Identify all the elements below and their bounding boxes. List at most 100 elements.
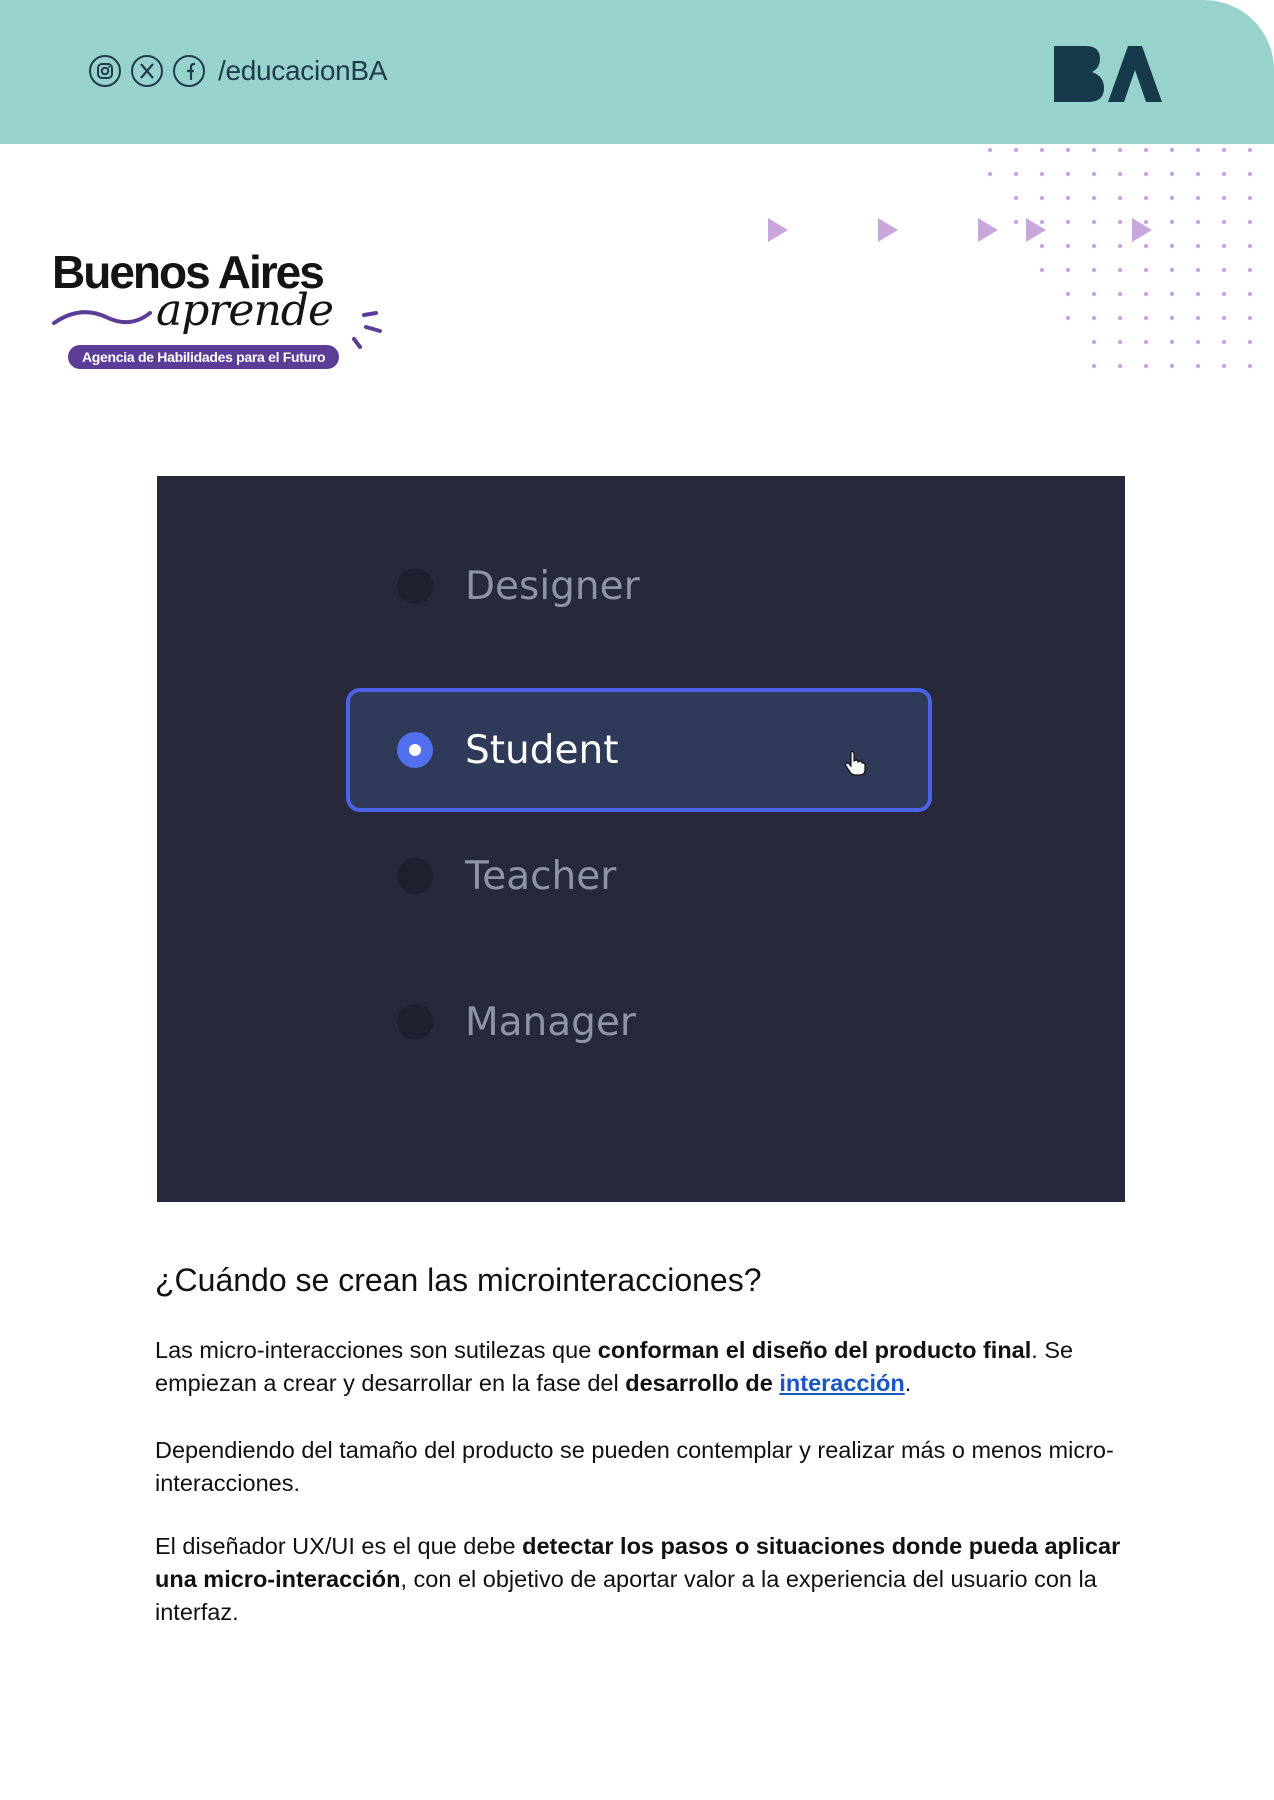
option-student[interactable]: Student (397, 720, 619, 780)
decorative-dot (1013, 171, 1019, 177)
brand-script: aprende (156, 285, 334, 336)
radio-unselected-icon[interactable] (397, 568, 433, 604)
decorative-dot (1247, 147, 1253, 153)
decorative-dot (1117, 363, 1123, 369)
bold-text: desarrollo de (625, 1370, 780, 1396)
decorative-dot (987, 147, 993, 153)
option-teacher[interactable]: Teacher (397, 846, 616, 906)
option-label: Manager (465, 999, 636, 1045)
decorative-dot (1195, 315, 1201, 321)
decorative-dot (1169, 291, 1175, 297)
decorative-dot (1247, 243, 1253, 249)
decorative-dot (1065, 267, 1071, 273)
decorative-dot (1091, 339, 1097, 345)
option-manager[interactable]: Manager (397, 992, 636, 1052)
decorative-dot (1143, 267, 1149, 273)
decorative-dot (1039, 171, 1045, 177)
decorative-dot (1247, 339, 1253, 345)
decorative-dot (1091, 267, 1097, 273)
decorative-dot (1221, 291, 1227, 297)
decorative-dot (1039, 147, 1045, 153)
paragraph-2: Dependiendo del tamaño del producto se p… (155, 1437, 1114, 1496)
decorative-dot (1169, 363, 1175, 369)
decorative-dot (1091, 195, 1097, 201)
decorative-dot (1195, 171, 1201, 177)
paragraph-1: Las micro-interacciones son sutilezas qu… (155, 1334, 1135, 1400)
decorative-dot (1195, 339, 1201, 345)
decorative-dot (1169, 339, 1175, 345)
decorative-dot (1039, 195, 1045, 201)
decorative-dot (1169, 219, 1175, 225)
x-icon[interactable] (130, 54, 164, 88)
decorative-dot (1117, 195, 1123, 201)
decorative-dot (1065, 147, 1071, 153)
facebook-icon[interactable] (172, 54, 206, 88)
decorative-dot (1221, 243, 1227, 249)
decorative-dot (1195, 363, 1201, 369)
radio-selected-icon[interactable] (397, 732, 433, 768)
decorative-dot (1091, 291, 1097, 297)
social-handle[interactable]: /educacionBA (218, 55, 387, 87)
decorative-dot (1221, 195, 1227, 201)
decorative-dot (1065, 291, 1071, 297)
decorative-dot (1143, 339, 1149, 345)
decorative-dot (1091, 171, 1097, 177)
text-run: El diseñador UX/UI es el que debe (155, 1533, 523, 1559)
radio-unselected-icon[interactable] (397, 858, 433, 894)
decorative-dot (1065, 195, 1071, 201)
decorative-dot (1195, 147, 1201, 153)
decorative-dot (1091, 363, 1097, 369)
interaccion-link[interactable]: interacción (779, 1370, 904, 1396)
option-label: Designer (465, 563, 640, 609)
decorative-dot (1117, 267, 1123, 273)
decorative-dot (1247, 195, 1253, 201)
decorative-dot (1195, 243, 1201, 249)
decorative-dot (1195, 291, 1201, 297)
decorative-arrows (768, 218, 1152, 242)
buenos-aires-aprende-logo: Buenos Aires aprende Agencia de Habilida… (50, 245, 390, 375)
decorative-dot (1247, 219, 1253, 225)
decorative-dot (1195, 195, 1201, 201)
decorative-dot (1221, 267, 1227, 273)
text-run: . (904, 1370, 912, 1396)
decorative-dot (1143, 315, 1149, 321)
decorative-dot (1247, 291, 1253, 297)
option-designer[interactable]: Designer (397, 556, 640, 616)
radio-unselected-icon[interactable] (397, 1004, 433, 1040)
decorative-dot (1247, 363, 1253, 369)
decorative-dot (1221, 219, 1227, 225)
decorative-dot (1221, 339, 1227, 345)
decorative-dot (1013, 195, 1019, 201)
decorative-dot (1065, 315, 1071, 321)
decorative-dot (1039, 267, 1045, 273)
option-label: Teacher (465, 853, 617, 899)
decorative-dot (1091, 147, 1097, 153)
decorative-dot (1221, 147, 1227, 153)
social-links: /educacionBA (88, 54, 387, 88)
bold-text: conforman el diseño del producto final (597, 1337, 1032, 1363)
decorative-dot (1143, 171, 1149, 177)
hand-cursor-icon (845, 751, 866, 776)
decorative-dot (1247, 267, 1253, 273)
decorative-dot (1169, 267, 1175, 273)
decorative-dot (987, 171, 993, 177)
decorative-dot (1221, 363, 1227, 369)
decorative-dot (1169, 147, 1175, 153)
ba-logo: BA (1054, 46, 1162, 102)
decorative-dot (1195, 219, 1201, 225)
decorative-dot (1117, 339, 1123, 345)
decorative-dot (1117, 291, 1123, 297)
decorative-dot (1247, 171, 1253, 177)
instagram-icon[interactable] (88, 54, 122, 88)
decorative-dot (1221, 315, 1227, 321)
decorative-dot (1091, 315, 1097, 321)
text-run: Las micro-interacciones son sutilezas qu… (155, 1337, 598, 1363)
decorative-dot (1195, 267, 1201, 273)
option-student-selected[interactable]: Student (346, 688, 932, 812)
decorative-dot (1169, 171, 1175, 177)
decorative-dot (1143, 195, 1149, 201)
brand-tagline: Agencia de Habilidades para el Futuro (68, 345, 340, 369)
decorative-dot (1117, 315, 1123, 321)
option-label: Student (465, 727, 619, 773)
decorative-dot (1143, 363, 1149, 369)
